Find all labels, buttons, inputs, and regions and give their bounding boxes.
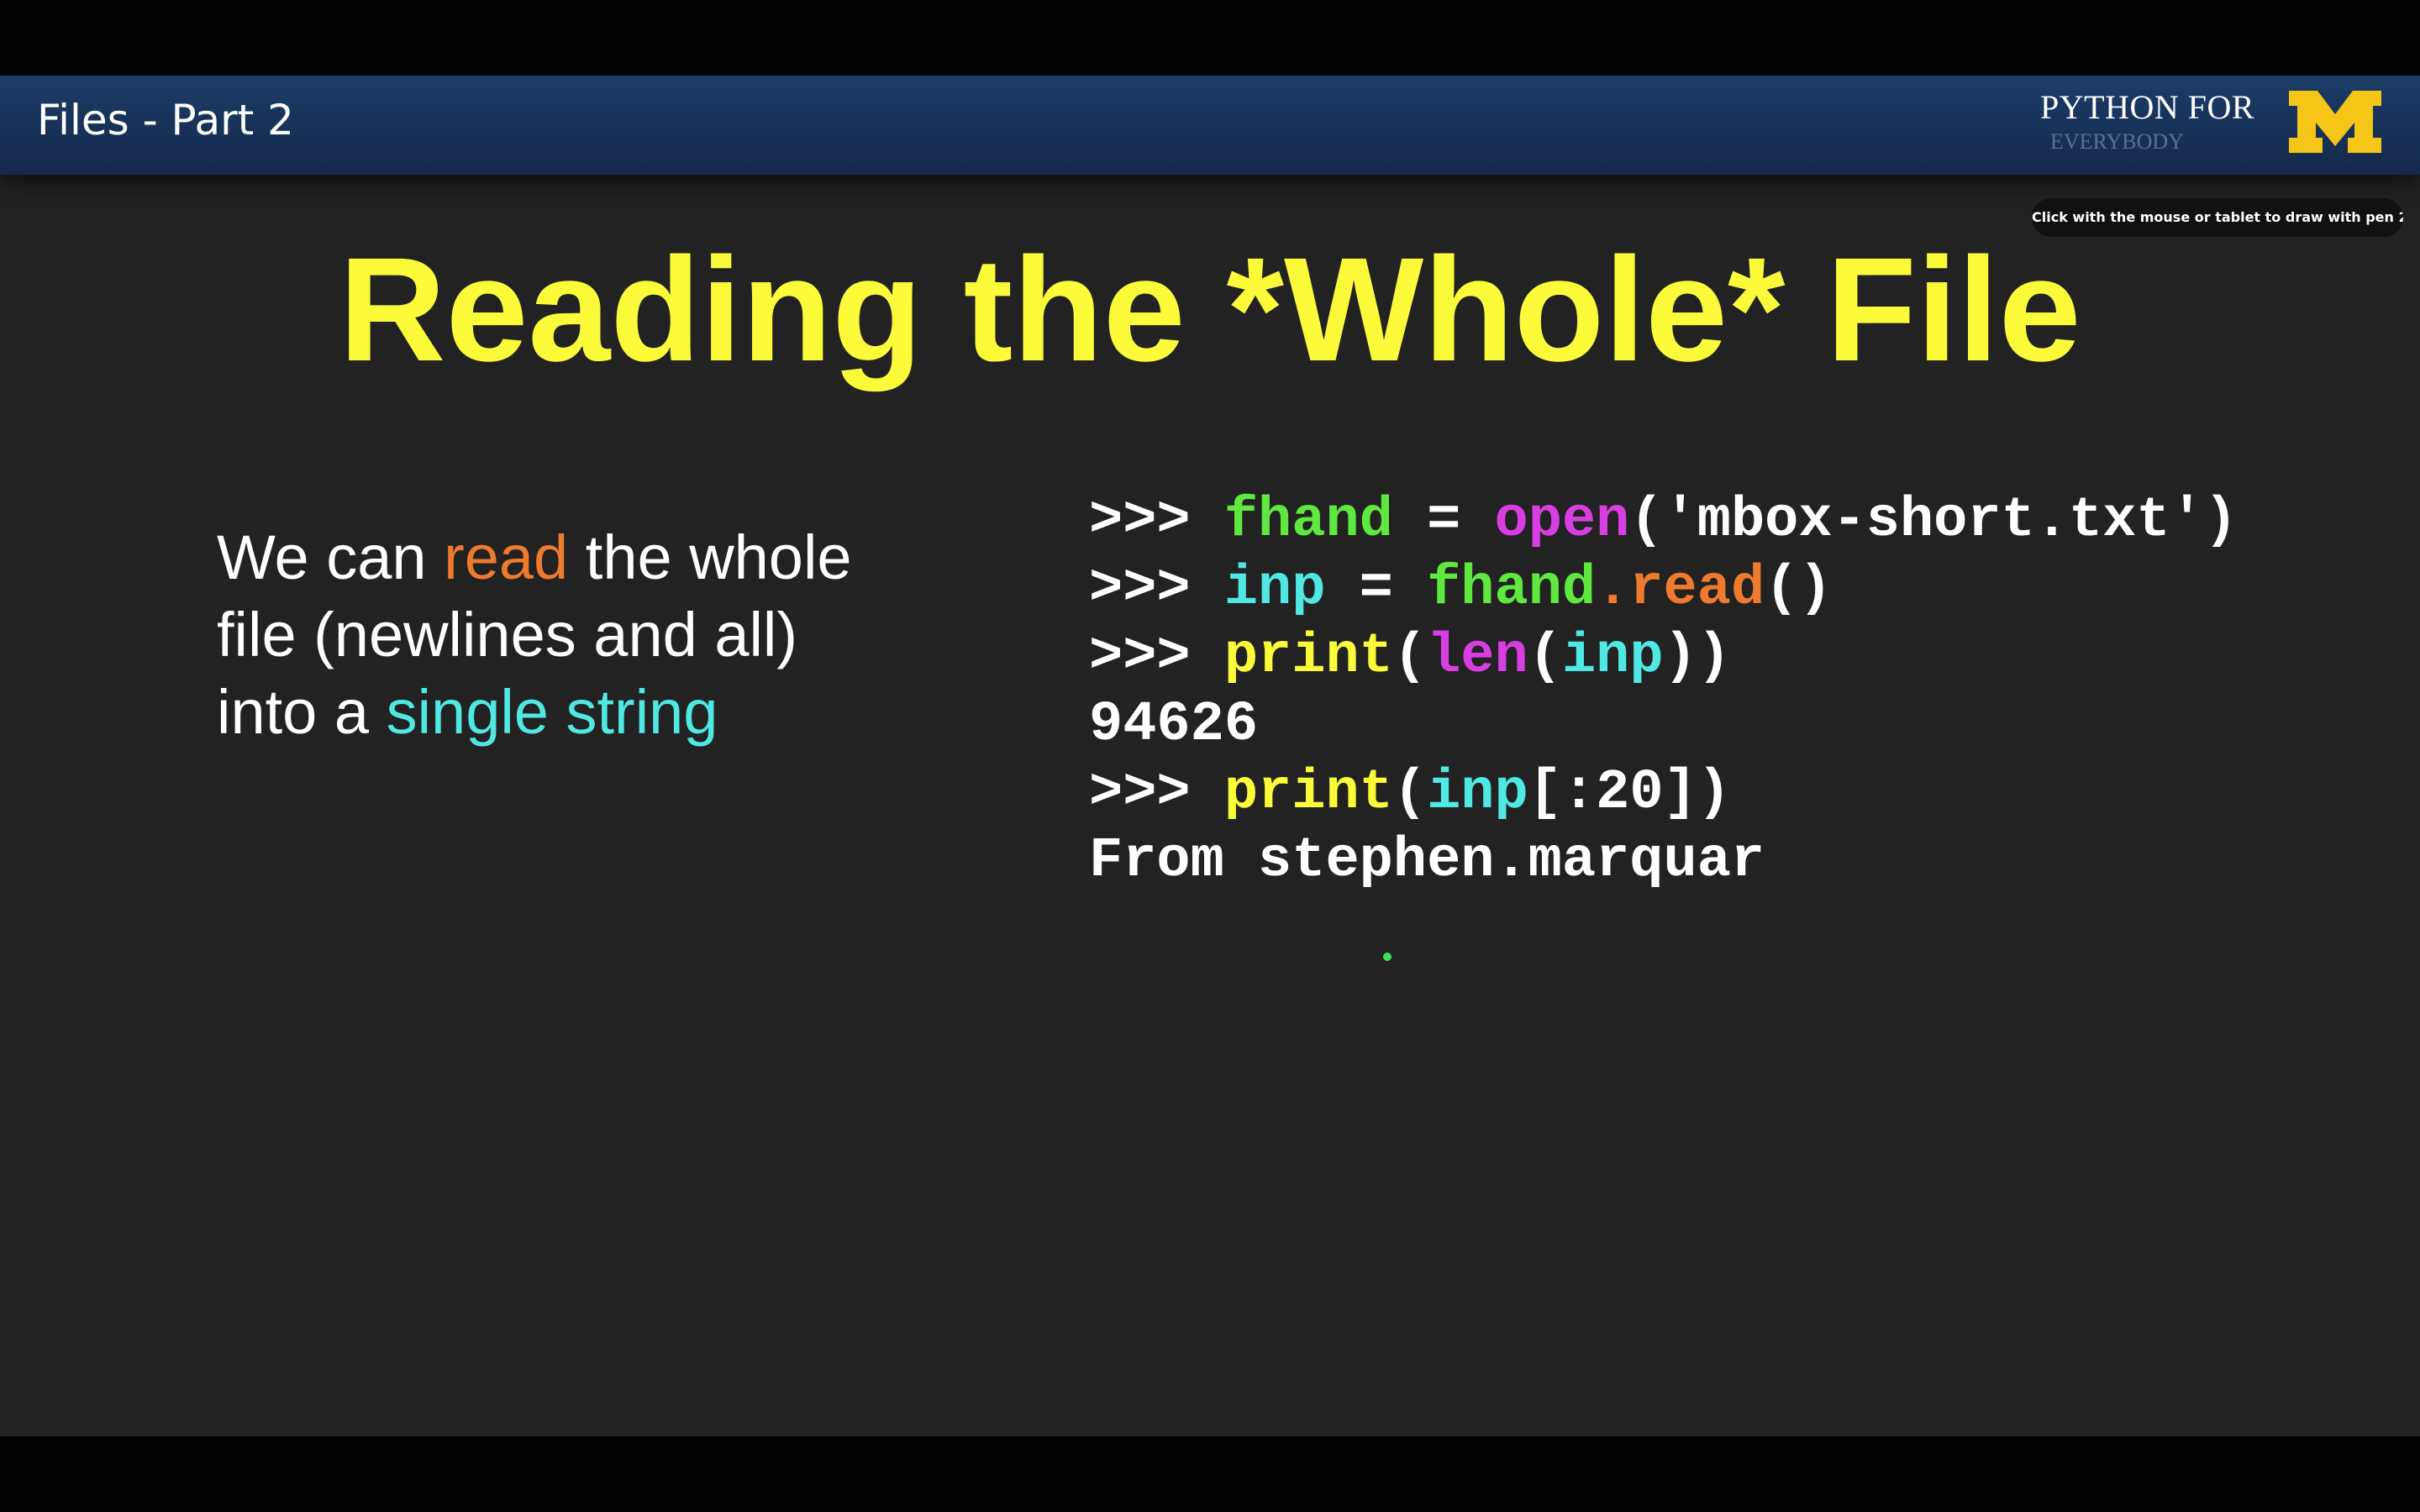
highlight-single-string: single string (386, 677, 718, 747)
description-line-3: into a single string (217, 674, 852, 751)
code-token: inp (1223, 557, 1326, 621)
code-line-5: >>> print(inp[:20]) (1089, 759, 2238, 827)
lecture-slide: Files - Part 2 PYTHON FOR EVERYBODY Clic… (0, 76, 2420, 1436)
block-m-icon (2289, 91, 2381, 153)
code-token: ( (1528, 625, 1562, 689)
code-token: len (1427, 625, 1528, 689)
code-token: print (1223, 761, 1393, 825)
code-token: open (1494, 489, 1630, 553)
code-line-3: >>> print(len(inp)) (1089, 623, 2238, 691)
code-token: ('mbox-short.txt') (1629, 489, 2238, 553)
code-token: ( (1392, 625, 1428, 689)
code-token: )) (1663, 625, 1731, 689)
code-token: . (1596, 557, 1630, 621)
description-line-1: We can read the whole (217, 519, 852, 596)
code-output-1: 94626 (1089, 693, 1259, 757)
code-token: = (1392, 489, 1495, 553)
code-token: print (1223, 625, 1393, 689)
slide-description: We can read the whole file (newlines and… (217, 519, 852, 751)
code-token: = (1325, 557, 1428, 621)
prompt: >>> (1089, 489, 1224, 553)
prompt: >>> (1089, 761, 1224, 825)
code-token: [:20]) (1528, 761, 1731, 825)
lecture-title: Files - Part 2 (37, 96, 294, 144)
pen-dot-icon (1383, 953, 1392, 961)
code-token: fhand (1427, 557, 1597, 621)
code-token: inp (1561, 625, 1664, 689)
prompt: >>> (1089, 625, 1224, 689)
code-block: >>> fhand = open('mbox-short.txt') >>> i… (1089, 487, 2238, 895)
prompt: >>> (1089, 557, 1224, 621)
brand-subtext: EVERYBODY (2050, 129, 2184, 154)
brand-text: PYTHON FOR (2040, 88, 2255, 126)
code-line-2: >>> inp = fhand.read() (1089, 555, 2238, 623)
slide-header: Files - Part 2 PYTHON FOR EVERYBODY (0, 76, 2420, 175)
description-text: into a (217, 677, 387, 747)
video-frame: Files - Part 2 PYTHON FOR EVERYBODY Clic… (0, 0, 2420, 1512)
description-text: the whole (568, 522, 852, 592)
code-token: () (1765, 557, 1833, 621)
description-text: We can (217, 522, 445, 592)
code-line-1: >>> fhand = open('mbox-short.txt') (1089, 487, 2238, 555)
code-output-2: From stephen.marquar (1089, 829, 1765, 893)
code-token: ( (1392, 761, 1428, 825)
code-token: fhand (1223, 489, 1393, 553)
description-line-2: file (newlines and all) (217, 600, 798, 669)
code-token: inp (1427, 761, 1528, 825)
highlight-read: read (444, 522, 569, 592)
slide-title: Reading the *Whole* File (339, 228, 2081, 392)
code-token: read (1629, 557, 1765, 621)
